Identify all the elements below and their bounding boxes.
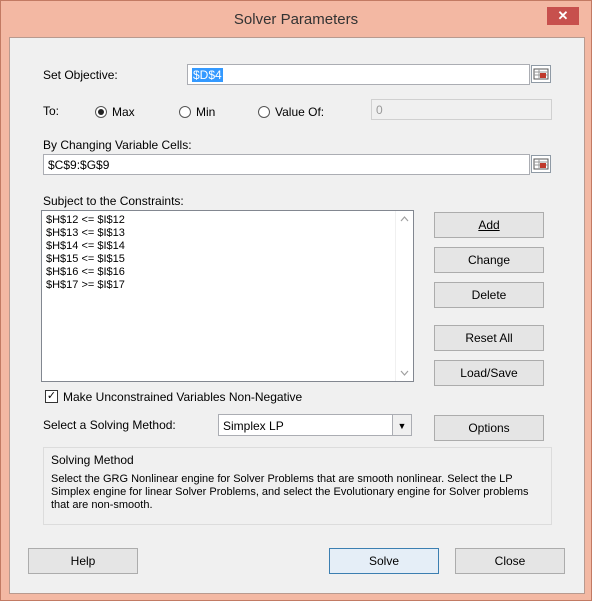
- dialog-body: Set Objective: $D$4 To: Max Min Value Of…: [9, 37, 585, 594]
- dialog-window: Solver Parameters ✕ Set Objective: $D$4 …: [0, 0, 592, 601]
- title-bar: Solver Parameters ✕: [1, 1, 591, 37]
- help-button[interactable]: Help: [28, 548, 138, 574]
- scroll-down-icon: [400, 370, 409, 376]
- close-window-button[interactable]: ✕: [547, 7, 579, 25]
- radio-value-of[interactable]: [258, 106, 270, 118]
- radio-max[interactable]: [95, 106, 107, 118]
- range-select-icon: [533, 158, 549, 170]
- solving-method-label: Select a Solving Method:: [43, 418, 176, 432]
- non-negative-checkbox[interactable]: ✓: [45, 390, 58, 403]
- constraint-item[interactable]: $H$14 <= $I$14: [46, 240, 125, 253]
- set-objective-value: $D$4: [192, 68, 223, 82]
- radio-min[interactable]: [179, 106, 191, 118]
- collapse-dialog-objective-button[interactable]: [531, 65, 551, 83]
- options-button-label: Options: [468, 421, 510, 435]
- reset-all-button-label: Reset All: [465, 331, 513, 345]
- changing-cells-label: By Changing Variable Cells:: [43, 138, 192, 152]
- constraint-item[interactable]: $H$15 <= $I$15: [46, 253, 125, 266]
- solving-method-group-title: Solving Method: [51, 453, 134, 467]
- constraint-item[interactable]: $H$16 <= $I$16: [46, 266, 125, 279]
- scroll-up-icon: [400, 216, 409, 222]
- collapse-dialog-changing-button[interactable]: [531, 155, 551, 173]
- load-save-button[interactable]: Load/Save: [434, 360, 544, 386]
- constraints-scrollbar[interactable]: [395, 211, 413, 381]
- constraint-item[interactable]: $H$17 >= $I$17: [46, 279, 125, 292]
- reset-all-button[interactable]: Reset All: [434, 325, 544, 351]
- change-button[interactable]: Change: [434, 247, 544, 273]
- set-objective-label: Set Objective:: [43, 68, 118, 82]
- range-select-icon: [533, 68, 549, 80]
- help-button-label: Help: [70, 554, 96, 568]
- radio-value-of-label[interactable]: Value Of:: [275, 105, 324, 119]
- load-save-button-label: Load/Save: [460, 366, 518, 380]
- constraint-item[interactable]: $H$12 <= $I$12: [46, 214, 125, 227]
- non-negative-label[interactable]: Make Unconstrained Variables Non-Negativ…: [63, 390, 302, 404]
- add-button-label: Add: [478, 218, 500, 232]
- add-button[interactable]: Add: [434, 212, 544, 238]
- constraint-item[interactable]: $H$13 <= $I$13: [46, 227, 125, 240]
- solve-button-label: Solve: [368, 554, 400, 568]
- radio-min-label[interactable]: Min: [196, 105, 215, 119]
- solving-method-select[interactable]: Simplex LP ▼: [218, 414, 412, 436]
- constraints-label: Subject to the Constraints:: [43, 194, 184, 208]
- change-button-label: Change: [467, 253, 511, 267]
- delete-button[interactable]: Delete: [434, 282, 544, 308]
- scroll-arrows: [400, 216, 409, 376]
- close-button[interactable]: Close: [455, 548, 565, 574]
- solving-method-description: Select the GRG Nonlinear engine for Solv…: [51, 473, 529, 511]
- close-button-label: Close: [494, 554, 526, 568]
- radio-max-label[interactable]: Max: [112, 105, 135, 119]
- window-title: Solver Parameters: [233, 11, 359, 28]
- delete-button-label: Delete: [471, 288, 507, 302]
- value-of-input[interactable]: 0: [371, 99, 552, 120]
- set-objective-input[interactable]: $D$4: [187, 64, 530, 85]
- solve-button[interactable]: Solve: [329, 548, 439, 574]
- solving-method-value: Simplex LP: [223, 419, 284, 433]
- options-button[interactable]: Options: [434, 415, 544, 441]
- solving-method-group: Solving Method Select the GRG Nonlinear …: [43, 447, 552, 525]
- changing-cells-input[interactable]: $C$9:$G$9: [43, 154, 530, 175]
- to-label: To:: [43, 104, 60, 118]
- chevron-down-icon[interactable]: ▼: [392, 415, 411, 435]
- constraints-list[interactable]: $H$12 <= $I$12 $H$13 <= $I$13 $H$14 <= $…: [41, 210, 414, 382]
